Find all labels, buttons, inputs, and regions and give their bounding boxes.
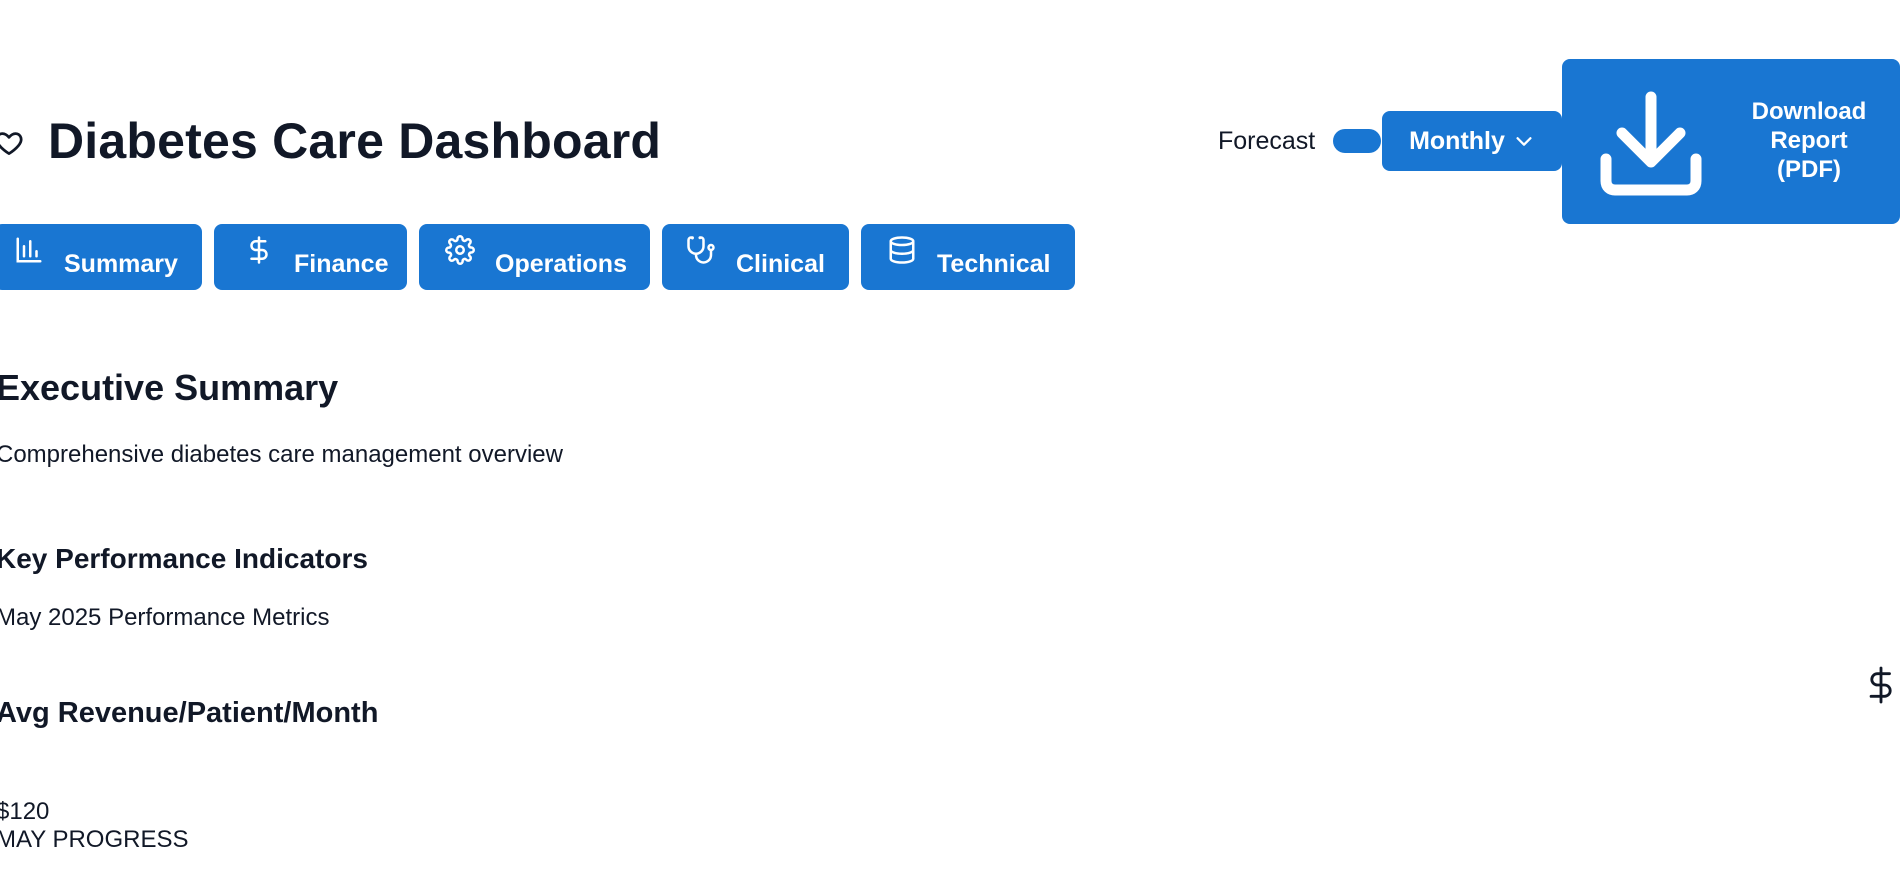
- tab-operations-label: Operations: [495, 249, 627, 278]
- gear-icon: [445, 235, 475, 265]
- stethoscope-icon: [687, 236, 715, 264]
- forecast-label: Forecast: [1218, 127, 1316, 155]
- metric-caption: MAY PROGRESS: [0, 826, 189, 853]
- bar-chart-icon: [16, 237, 42, 263]
- dollar-icon: [1869, 666, 1892, 704]
- heart-icon: [0, 132, 23, 155]
- tab-technical-label: Technical: [937, 249, 1051, 278]
- download-report-button[interactable]: Download Report (PDF): [1562, 59, 1900, 224]
- page-title: Diabetes Care Dashboard: [48, 113, 662, 169]
- section-title: Executive Summary: [0, 367, 339, 408]
- dollar-icon: [250, 236, 268, 264]
- tab-clinical-label: Clinical: [736, 249, 825, 278]
- metric-value: $120: [0, 798, 50, 825]
- download-icon: [1600, 91, 1702, 196]
- tab-summary-label: Summary: [64, 249, 178, 278]
- section-subtitle: Comprehensive diabetes care management o…: [0, 441, 563, 468]
- period-select[interactable]: Monthly: [1382, 111, 1562, 171]
- chevron-down-icon: [1516, 137, 1532, 146]
- download-report-label: Download Report (PDF): [1751, 98, 1867, 183]
- forecast-toggle[interactable]: [1333, 129, 1381, 153]
- tab-technical[interactable]: Technical: [861, 224, 1075, 290]
- metric-title: Avg Revenue/Patient/Month: [0, 697, 379, 729]
- kpi-subtitle: May 2025 Performance Metrics: [0, 604, 330, 631]
- database-icon: [889, 236, 915, 264]
- tab-operations[interactable]: Operations: [419, 224, 650, 290]
- tab-clinical[interactable]: Clinical: [662, 224, 849, 290]
- tab-summary[interactable]: Summary: [0, 224, 202, 290]
- tab-finance[interactable]: Finance: [214, 224, 407, 290]
- kpi-title: Key Performance Indicators: [0, 543, 368, 574]
- tab-finance-label: Finance: [294, 249, 389, 278]
- period-select-value: Monthly: [1409, 126, 1505, 155]
